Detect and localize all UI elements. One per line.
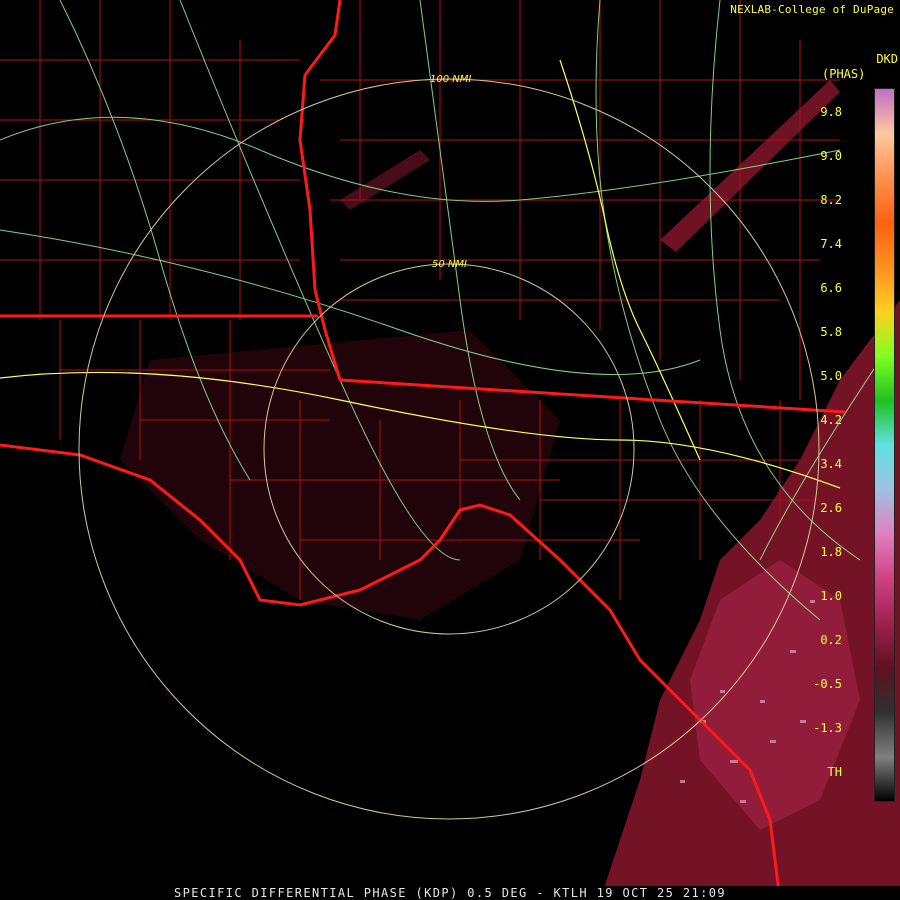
color-scale-tick: 0.2 <box>820 633 842 647</box>
color-scale-tick: 8.2 <box>820 193 842 207</box>
color-scale-tick: -0.5 <box>813 677 842 691</box>
echo-north-streak <box>340 150 430 210</box>
credit-label: NEXLAB-College of DuPage <box>730 3 894 16</box>
echo-ground-clutter <box>120 330 560 620</box>
color-scale-tick: 4.2 <box>820 413 842 427</box>
unit-line-1: DKD <box>876 52 898 66</box>
color-scale-tick: TH <box>827 765 842 779</box>
radar-map[interactable]: 100 NMI 50 NMI <box>0 0 900 900</box>
color-scale-tick: 1.0 <box>820 589 842 603</box>
product-caption: SPECIFIC DIFFERENTIAL PHASE (KDP) 0.5 DE… <box>0 886 900 900</box>
color-scale-tick: 9.0 <box>820 149 842 163</box>
color-scale-tick: 9.8 <box>820 105 842 119</box>
color-scale-tick: 5.8 <box>820 325 842 339</box>
range-ring-label-100: 100 NMI <box>430 74 471 85</box>
range-ring-labels: 100 NMI 50 NMI <box>430 74 471 270</box>
color-scale-tick: 2.6 <box>820 501 842 515</box>
unit-line-2: (PHAS) <box>822 67 866 81</box>
color-scale-tick: -1.3 <box>813 721 842 735</box>
al-ga-border <box>298 0 342 381</box>
color-scale-tick: 6.6 <box>820 281 842 295</box>
color-scale-tick: 5.0 <box>820 369 842 383</box>
color-scale-tick: 7.4 <box>820 237 842 251</box>
range-ring-label-50: 50 NMI <box>432 259 467 270</box>
color-scale-bar <box>874 88 895 802</box>
color-scale-tick: 1.8 <box>820 545 842 559</box>
radar-viewer: 100 NMI 50 NMI NEXLAB-College of DuPage … <box>0 0 900 900</box>
unit-label: DKD (PHAS) <box>818 52 898 82</box>
color-scale-tick: 3.4 <box>820 457 842 471</box>
